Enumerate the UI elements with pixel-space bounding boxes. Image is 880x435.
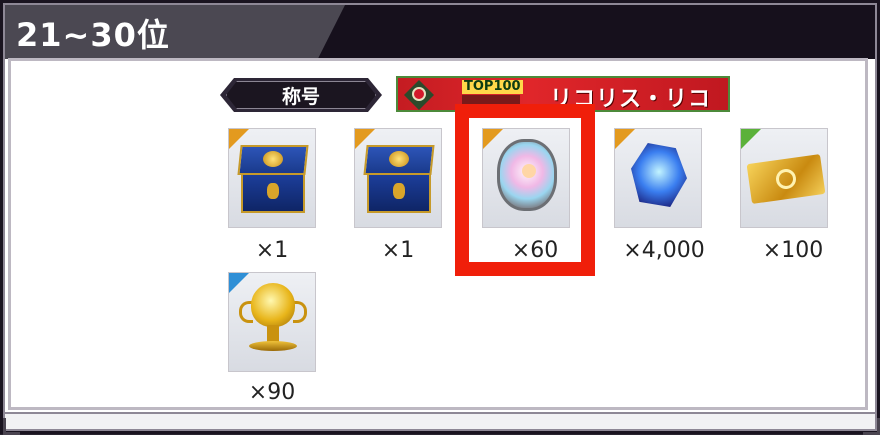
reward-item-ticket[interactable] <box>740 128 828 228</box>
section-title: 21~30位 <box>16 16 170 54</box>
rarity-corner <box>615 129 635 149</box>
reward-item-box-1[interactable] <box>228 128 316 228</box>
ranking-reward-panel: 21~30位 称号 TOP100 リコリス・リコイル ×1 ×1 ×60 <box>0 0 880 435</box>
rarity-corner <box>229 273 249 293</box>
reward-item-chalice[interactable] <box>228 272 316 372</box>
reward-quantity: ×1 <box>255 238 289 263</box>
reward-item-box-2[interactable] <box>354 128 442 228</box>
blue-crystal-icon <box>631 143 687 207</box>
reward-quantity: ×4,000 <box>623 238 705 263</box>
reward-quantity: ×100 <box>762 238 824 263</box>
reward-quantity: ×1 <box>381 238 415 263</box>
gold-ticket-icon <box>746 154 826 204</box>
reward-item-crystal[interactable] <box>614 128 702 228</box>
banner-rank-text: TOP100 <box>462 79 523 94</box>
panel-bottom-strip <box>5 412 875 429</box>
frame-corner-bottom-left <box>3 418 20 435</box>
reward-quantity: ×90 <box>248 380 296 405</box>
rarity-corner <box>741 129 761 149</box>
title-label: 称号 <box>281 86 320 108</box>
treasure-box-icon <box>363 145 435 215</box>
emblem-core-icon <box>412 87 426 101</box>
treasure-box-icon <box>237 145 309 215</box>
frame-corner-bottom-right <box>863 418 880 435</box>
highlight-box <box>455 104 595 276</box>
